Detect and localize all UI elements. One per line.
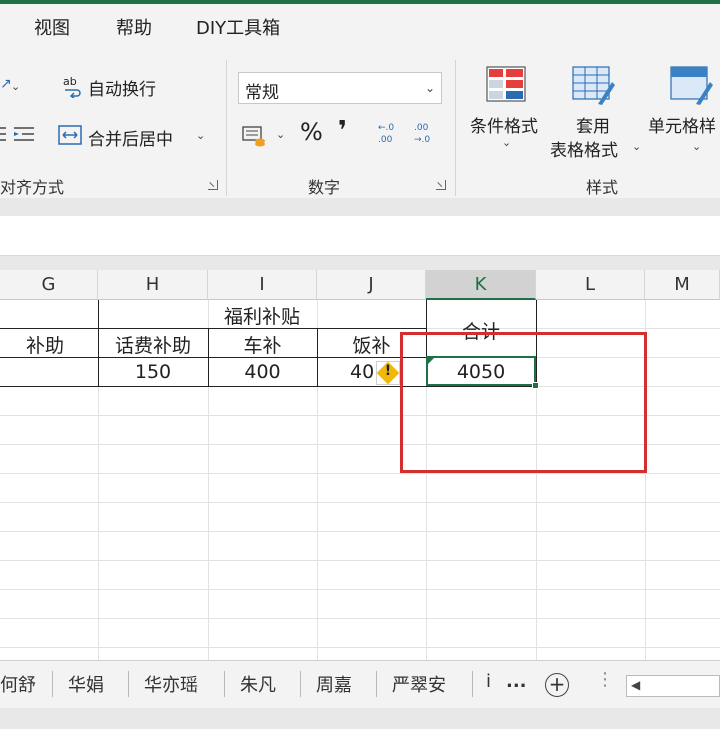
format-as-table-button[interactable]: 套用 表格格式 ⌄ — [548, 62, 644, 162]
number-format-select[interactable]: 常规 ⌄ — [238, 72, 442, 104]
tab-divider — [472, 671, 473, 697]
wrap-text-button[interactable]: ab 自动换行 — [62, 70, 172, 100]
number-format-value: 常规 — [245, 83, 279, 103]
group-divider — [226, 60, 227, 196]
merge-center-button[interactable]: 合并后居中 ⌄ — [58, 120, 208, 150]
tab-divider — [300, 671, 301, 697]
column-header-k[interactable]: K — [426, 270, 536, 300]
accounting-icon — [242, 126, 265, 147]
column-header-l[interactable]: L — [536, 270, 645, 300]
chevron-down-icon: ⌄ — [11, 80, 21, 93]
sheet-tab[interactable]: 严翠安 — [392, 671, 446, 697]
gridline — [0, 647, 720, 648]
gridline — [0, 473, 720, 474]
sheet-tab[interactable]: 华亦瑶 — [144, 671, 198, 697]
subheader-cell[interactable]: 补助 — [0, 331, 90, 358]
wrap-text-icon: ab — [63, 75, 81, 98]
percent-style-button[interactable]: % — [300, 118, 323, 146]
format-as-table-label-1: 套用 — [576, 117, 610, 137]
comma-style-button[interactable]: ❜ — [338, 116, 347, 146]
value-cell[interactable]: 150 — [98, 361, 208, 383]
indent-icon — [0, 127, 34, 141]
add-sheet-button[interactable]: + — [545, 673, 569, 697]
ribbon-gap — [0, 198, 720, 216]
number-group-label: 数字 — [308, 178, 341, 197]
column-header-j[interactable]: J — [317, 270, 426, 300]
chevron-down-icon: ⌄ — [196, 129, 206, 142]
alignment-dialog-launcher-icon[interactable] — [208, 180, 218, 190]
chevron-down-icon: ⌄ — [692, 140, 702, 153]
increase-decimal-button[interactable]: ←.0 .00 — [378, 120, 408, 150]
sheet-tabs-bar: 何舒 华娟 华亦瑶 朱凡 周嘉 严翠安 i ... + ⋮ ◀ — [0, 660, 720, 708]
tab-divider — [224, 671, 225, 697]
error-warning-icon[interactable]: ! — [376, 361, 400, 385]
column-header-i[interactable]: I — [208, 270, 317, 300]
merge-cells-icon — [58, 125, 82, 145]
tab-help[interactable]: 帮助 — [116, 14, 152, 40]
grid-gap — [0, 256, 720, 270]
subheader-cell[interactable]: 车补 — [208, 331, 317, 358]
tab-divider — [52, 671, 53, 697]
conditional-formatting-label: 条件格式 — [470, 117, 538, 137]
conditional-formatting-button[interactable]: 条件格式 ⌄ — [466, 62, 546, 162]
subheader-cell[interactable]: 话费补助 — [98, 331, 208, 358]
value-cell[interactable]: 400 — [208, 361, 317, 383]
horizontal-scrollbar[interactable]: ◀ — [626, 675, 720, 697]
status-bar — [0, 708, 720, 729]
gridline — [0, 531, 720, 532]
chevron-down-icon: ⌄ — [424, 81, 435, 95]
svg-text:ab: ab — [63, 75, 77, 88]
gridline — [0, 589, 720, 590]
chevron-down-icon: ⌄ — [502, 136, 512, 149]
column-header-g[interactable]: G — [0, 270, 98, 300]
sheet-tab[interactable]: 朱凡 — [240, 671, 276, 697]
more-tabs-button[interactable]: ... — [506, 671, 527, 692]
cell-styles-label: 单元格样 — [648, 117, 716, 137]
sheet-tab[interactable]: 周嘉 — [316, 671, 352, 697]
ribbon: 视图 帮助 DIY工具箱 ↗ ⌄ ab 自动换行 合并后居中 ⌄ 对齐方式 常规 — [0, 4, 720, 198]
chevron-down-icon: ⌄ — [276, 128, 286, 141]
formula-bar[interactable] — [0, 216, 720, 256]
decrease-decimal-icon: .00 →.0 — [414, 123, 431, 145]
decrease-decimal-button[interactable]: .00 →.0 — [414, 120, 444, 150]
increase-decimal-icon: ←.0 .00 — [378, 123, 395, 145]
cell-styles-icon — [670, 66, 713, 105]
merged-header-cell[interactable]: 福利补贴 — [98, 302, 426, 329]
tab-view[interactable]: 视图 — [34, 14, 70, 40]
cell-styles-button[interactable]: 单元格样 ⌄ — [648, 62, 720, 162]
group-divider — [455, 60, 456, 196]
gridline — [0, 502, 720, 503]
chevron-down-icon: ⌄ — [632, 140, 642, 153]
format-as-table-icon — [572, 66, 615, 105]
accounting-format-button[interactable]: ⌄ — [242, 122, 290, 150]
gridline — [0, 618, 720, 619]
sheet-tab[interactable]: 华娟 — [68, 671, 104, 697]
plus-icon: + — [548, 672, 566, 696]
number-dialog-launcher-icon[interactable] — [436, 180, 446, 190]
sheet-tab[interactable]: i — [486, 671, 491, 692]
wrap-text-label: 自动换行 — [88, 80, 156, 100]
column-header-m[interactable]: M — [645, 270, 720, 300]
tab-diy-toolbox[interactable]: DIY工具箱 — [196, 14, 280, 40]
gridline — [0, 560, 720, 561]
orientation-icon: ↗ — [0, 76, 12, 92]
merge-center-label: 合并后居中 — [88, 130, 173, 150]
sheet-tab[interactable]: 何舒 — [0, 671, 36, 697]
tab-divider — [376, 671, 377, 697]
format-as-table-label-2: 表格格式 — [550, 141, 618, 161]
highlight-annotation-box — [400, 332, 647, 473]
conditional-formatting-icon — [486, 66, 526, 102]
scroll-left-icon[interactable]: ◀ — [631, 678, 640, 692]
alignment-group-label: 对齐方式 — [0, 178, 65, 197]
column-header-h[interactable]: H — [98, 270, 208, 300]
styles-group-label: 样式 — [586, 178, 619, 197]
tab-splitter-handle[interactable]: ⋮ — [596, 669, 614, 690]
indent-buttons[interactable] — [0, 120, 40, 150]
tab-divider — [128, 671, 129, 697]
align-orientation-button[interactable]: ↗ ⌄ — [0, 72, 22, 100]
